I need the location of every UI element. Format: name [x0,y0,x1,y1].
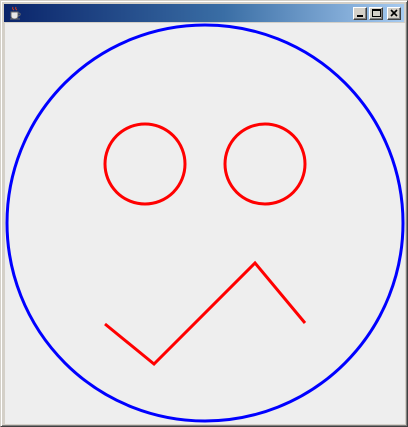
maximize-button[interactable] [369,7,383,20]
left-eye [103,122,187,206]
application-window [0,0,408,427]
right-eye [223,122,307,206]
maximize-icon [372,9,381,17]
drawing-canvas [5,23,405,424]
face-outline [5,23,405,423]
mouth [104,260,307,367]
close-icon [390,9,398,17]
minimize-icon [357,15,363,17]
title-bar[interactable] [4,4,404,22]
smiley-drawing [5,23,405,423]
minimize-button[interactable] [353,7,367,20]
java-cup-icon[interactable] [8,6,22,20]
close-button[interactable] [387,7,401,20]
